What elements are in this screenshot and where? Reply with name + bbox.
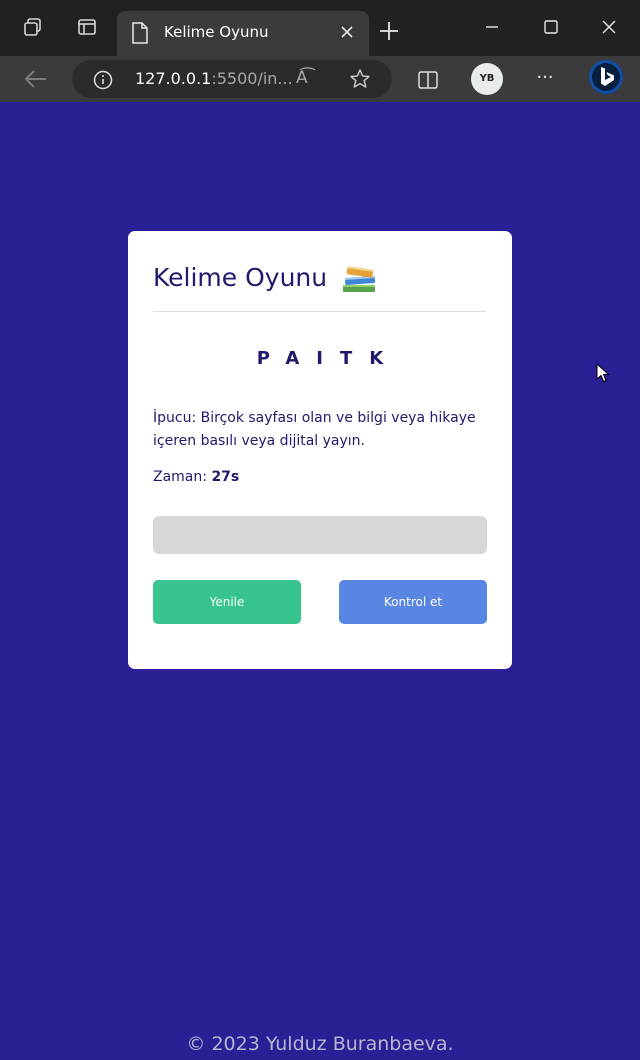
footer-copyright: © 2023 Yulduz Buranbaeva. [186, 1033, 454, 1055]
workspaces-icon[interactable] [22, 16, 44, 38]
profile-avatar[interactable]: YB [471, 63, 503, 95]
title-divider [153, 311, 486, 312]
check-button[interactable]: Kontrol et [339, 580, 487, 624]
tab-title: Kelime Oyunu [164, 23, 269, 41]
favorite-star-icon[interactable] [348, 67, 372, 91]
minimize-icon[interactable] [481, 16, 503, 38]
scrambled-word: PAITK [256, 348, 401, 369]
back-arrow-icon[interactable] [22, 66, 50, 92]
page-favicon-icon [131, 22, 149, 44]
new-tab-icon[interactable] [378, 20, 400, 42]
more-options-icon[interactable]: ··· [533, 66, 557, 90]
close-window-icon[interactable] [598, 16, 620, 38]
active-tab[interactable]: Kelime Oyunu [117, 11, 369, 56]
books-icon [339, 263, 379, 295]
answer-input[interactable] [153, 516, 487, 554]
word-game-card: Kelime Oyunu PAITK İpucu: Birçok sayfası… [128, 231, 512, 669]
tab-actions-icon[interactable] [76, 16, 98, 38]
page-title: Kelime Oyunu [153, 263, 328, 292]
refresh-button[interactable]: Yenile [153, 580, 301, 624]
timer-label: Zaman: [153, 469, 212, 485]
split-screen-icon[interactable] [417, 70, 439, 90]
close-tab-icon[interactable] [337, 22, 357, 42]
hint-text: İpucu: Birçok sayfası olan ve bilgi veya… [153, 410, 476, 449]
bing-copilot-icon[interactable] [587, 58, 625, 96]
maximize-icon[interactable] [540, 16, 562, 38]
mouse-cursor-icon [596, 362, 610, 383]
url-host: 127.0.0.1 [135, 69, 212, 88]
browser-tab-bar: Kelime Oyunu [0, 0, 640, 56]
timer: Zaman: 27s [153, 469, 239, 485]
url-text: 127.0.0.1:5500/in... [135, 69, 293, 88]
url-path: :5500/in... [211, 69, 293, 88]
site-info-icon[interactable] [92, 69, 114, 91]
read-aloud-icon[interactable]: A͡ [296, 68, 308, 88]
timer-value: 27s [211, 469, 240, 485]
address-bar[interactable]: 127.0.0.1:5500/in... A͡ [72, 60, 392, 98]
